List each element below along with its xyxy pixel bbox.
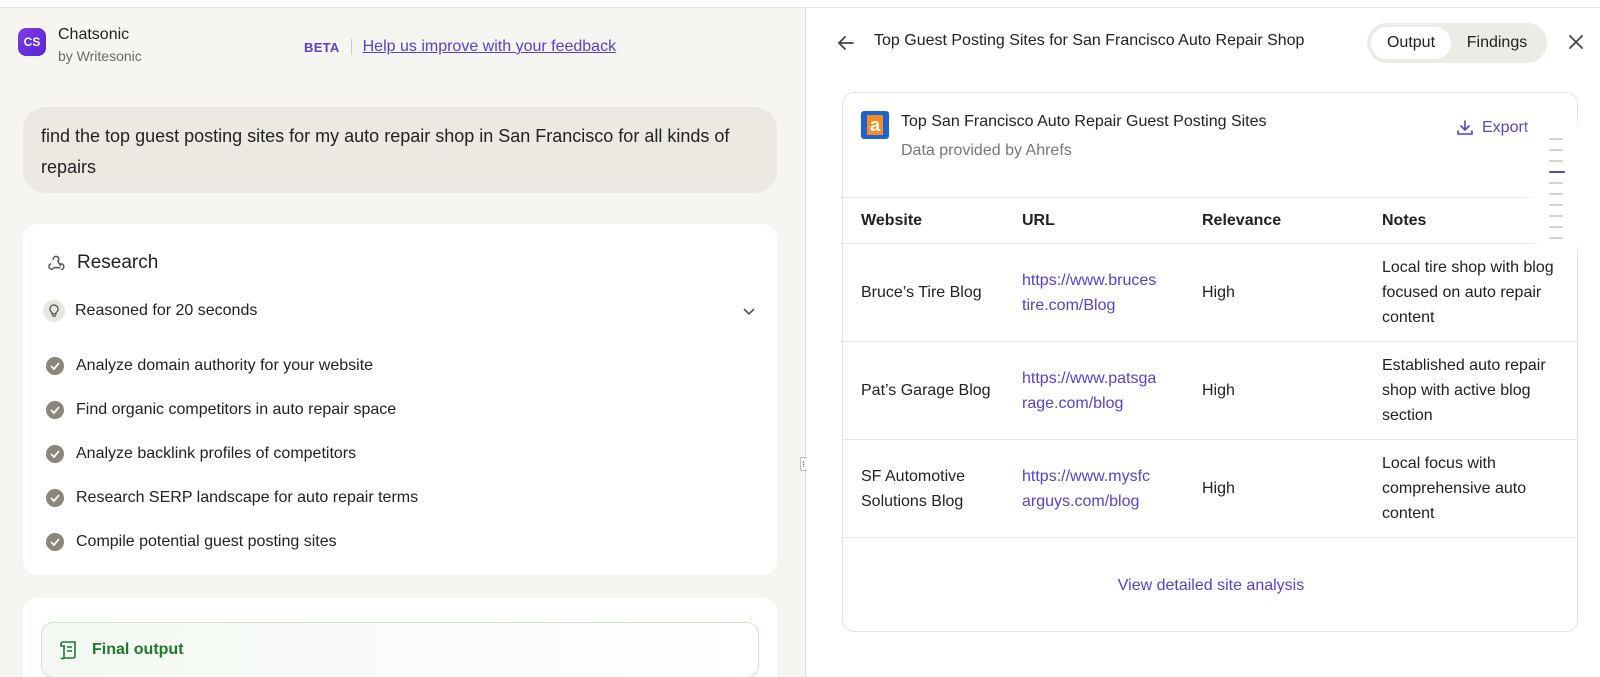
scroll-tick xyxy=(1549,182,1563,184)
download-icon xyxy=(1457,120,1473,135)
table-row: Bruce’s Tire Blog https://www.bruces tire… xyxy=(843,243,1577,342)
reasoning-label: Reasoned for 20 seconds xyxy=(75,302,258,319)
step-item: Find organic competitors in auto repair … xyxy=(46,388,418,432)
export-label: Export xyxy=(1482,119,1529,136)
notes-cell: Local focus with comprehensive auto cont… xyxy=(1382,439,1577,538)
output-panel: Top Guest Posting Sites for San Francisc… xyxy=(807,8,1600,677)
research-steps: Analyze domain authority for your websit… xyxy=(46,344,418,564)
brand: CS Chatsonic by Writesonic xyxy=(18,26,142,64)
research-card: Research Reasoned for 20 seconds Analyze… xyxy=(23,224,777,575)
panel-title: Top Guest Posting Sites for San Francisc… xyxy=(874,32,1305,49)
scroll-tick xyxy=(1549,160,1563,162)
scroll-tick xyxy=(1549,193,1563,195)
step-label: Analyze domain authority for your websit… xyxy=(76,357,374,374)
relevance-cell: High xyxy=(1202,439,1382,538)
card-subtitle: Data provided by Ahrefs xyxy=(901,142,1072,159)
final-output-label: Final output xyxy=(92,641,184,658)
step-item: Analyze backlink profiles of competitors xyxy=(46,432,418,476)
card-title: Top San Francisco Auto Repair Guest Post… xyxy=(901,113,1267,130)
check-circle-icon xyxy=(46,489,64,507)
scroll-tick xyxy=(1549,149,1563,151)
research-title: Research xyxy=(77,252,159,273)
tab-findings[interactable]: Findings xyxy=(1451,27,1543,59)
step-label: Analyze backlink profiles of competitors xyxy=(76,445,357,462)
sites-table: Website URL Relevance Notes Bruce’s Tire… xyxy=(843,197,1577,538)
check-circle-icon xyxy=(46,401,64,419)
website-cell: SF Automotive Solutions Blog xyxy=(843,439,1022,538)
url-link[interactable]: https://www.mysfc arguys.com/blog xyxy=(1022,439,1202,538)
app-name: Chatsonic xyxy=(58,26,130,43)
chatsonic-logo-icon: CS xyxy=(18,28,46,56)
relevance-cell: High xyxy=(1202,341,1382,440)
scroll-tick xyxy=(1549,237,1563,239)
step-label: Research SERP landscape for auto repair … xyxy=(76,489,419,506)
export-button[interactable]: Export xyxy=(1456,119,1528,137)
notes-cell: Local tire shop with blog focused on aut… xyxy=(1382,243,1577,342)
close-icon[interactable] xyxy=(1567,33,1585,51)
check-circle-icon xyxy=(46,533,64,551)
scroll-icon xyxy=(60,641,76,660)
ahrefs-logo-icon: a xyxy=(861,111,889,139)
app-subtitle: by Writesonic xyxy=(58,48,142,64)
website-cell: Pat’s Garage Blog xyxy=(843,341,1022,440)
lightbulb-icon xyxy=(43,300,65,322)
view-analysis-link[interactable]: View detailed site analysis xyxy=(843,577,1577,595)
scroll-tick xyxy=(1549,226,1563,228)
scroll-tick xyxy=(1549,138,1563,140)
top-border xyxy=(0,0,1600,8)
back-arrow-icon[interactable] xyxy=(835,32,857,54)
step-label: Compile potential guest posting sites xyxy=(76,533,337,550)
beta-row: BETA Help us improve with your feedback xyxy=(304,38,616,56)
check-circle-icon xyxy=(46,357,64,375)
chevron-down-icon xyxy=(743,308,755,316)
notes-cell: Established auto repair shop with active… xyxy=(1382,341,1577,440)
step-item: Analyze domain authority for your websit… xyxy=(46,344,418,388)
scroll-tick-active xyxy=(1549,171,1565,173)
scroll-tick xyxy=(1549,204,1563,206)
url-link[interactable]: https://www.patsga rage.com/blog xyxy=(1022,341,1202,440)
research-header: Research xyxy=(45,252,158,274)
check-circle-icon xyxy=(46,445,64,463)
tab-output[interactable]: Output xyxy=(1371,27,1451,59)
column-header: Website xyxy=(843,197,1022,244)
webhook-icon xyxy=(48,255,65,271)
table-row: SF Automotive Solutions Blog https://www… xyxy=(843,439,1577,538)
results-card: a Top San Francisco Auto Repair Guest Po… xyxy=(842,92,1578,632)
chat-panel: CS Chatsonic by Writesonic BETA Help us … xyxy=(0,8,806,677)
user-prompt-bubble: find the top guest posting sites for my … xyxy=(23,107,777,193)
divider xyxy=(350,39,352,55)
website-cell: Bruce’s Tire Blog xyxy=(843,243,1022,342)
scroll-tick xyxy=(1549,215,1563,217)
table-row: Pat’s Garage Blog https://www.patsga rage… xyxy=(843,341,1577,440)
table-header-row: Website URL Relevance Notes xyxy=(843,197,1577,244)
step-item: Research SERP landscape for auto repair … xyxy=(46,476,418,520)
final-output-card: Final output xyxy=(23,598,777,677)
feedback-link[interactable]: Help us improve with your feedback xyxy=(363,38,616,56)
step-label: Find organic competitors in auto repair … xyxy=(76,401,397,418)
section-scroll-indicator[interactable] xyxy=(1536,126,1596,246)
final-output-button[interactable]: Final output xyxy=(41,622,759,677)
step-item: Compile potential guest posting sites xyxy=(46,520,418,564)
relevance-cell: High xyxy=(1202,243,1382,342)
beta-badge: BETA xyxy=(304,39,340,55)
view-toggle: Output Findings xyxy=(1367,23,1547,63)
brand-text: Chatsonic by Writesonic xyxy=(58,26,142,64)
url-link[interactable]: https://www.bruces tire.com/Blog xyxy=(1022,243,1202,342)
column-header: URL xyxy=(1022,197,1202,244)
reasoning-toggle[interactable]: Reasoned for 20 seconds xyxy=(43,300,757,322)
column-header: Relevance xyxy=(1202,197,1382,244)
